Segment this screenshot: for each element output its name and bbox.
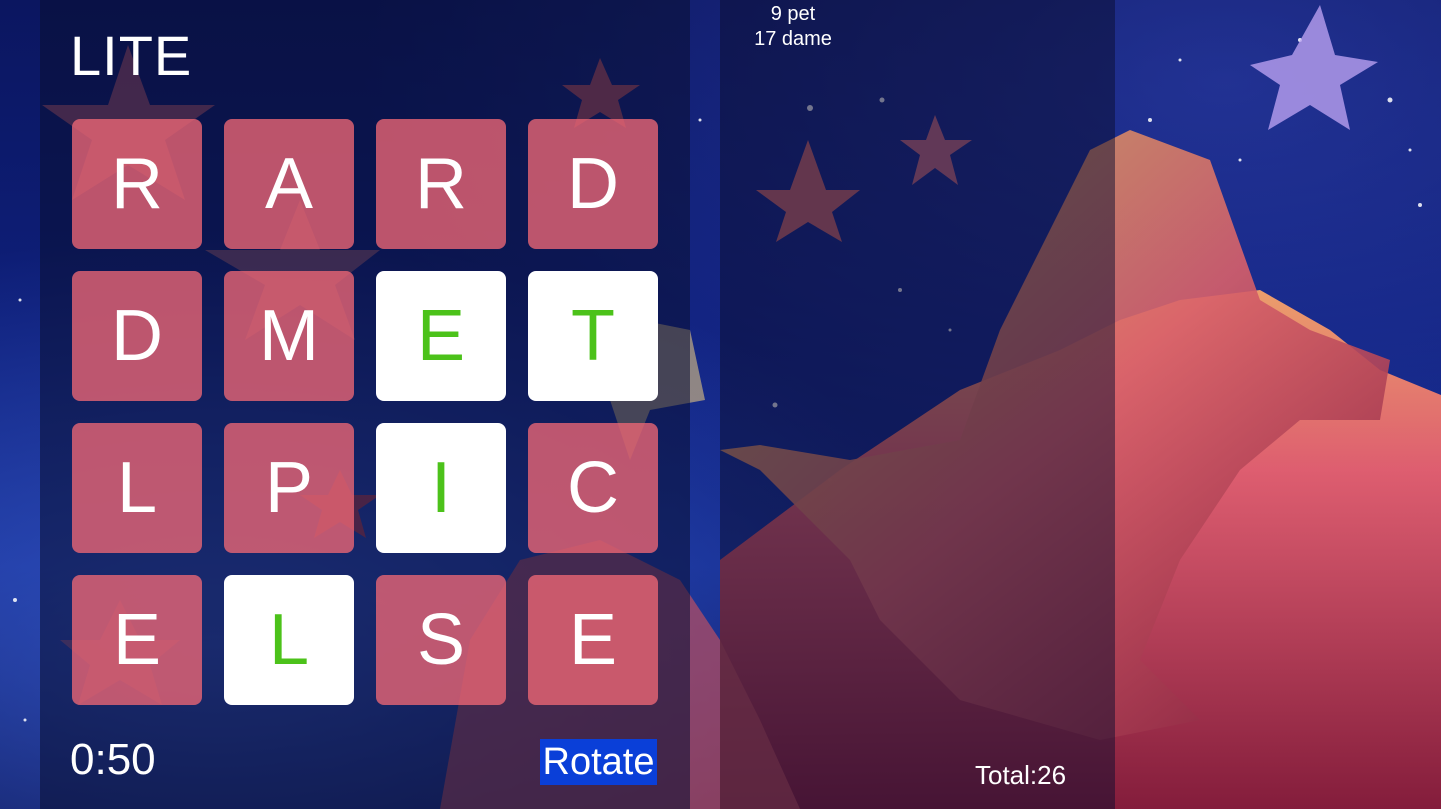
letter-tile[interactable]: I — [376, 423, 506, 553]
letter-tile[interactable]: E — [376, 271, 506, 401]
letter-tile[interactable]: D — [72, 271, 202, 401]
letter-tile[interactable]: C — [528, 423, 658, 553]
letter-tile[interactable]: P — [224, 423, 354, 553]
letter-tile[interactable]: M — [224, 271, 354, 401]
letter-tile[interactable]: S — [376, 575, 506, 705]
letter-tile[interactable]: L — [72, 423, 202, 553]
words-panel — [720, 0, 1115, 809]
total-score: Total:26 — [975, 760, 1067, 790]
letter-tile[interactable]: L — [224, 575, 354, 705]
letter-tile[interactable]: T — [528, 271, 658, 401]
letter-grid: RARDDMETLPICELSE — [72, 119, 658, 705]
timer: 0:50 — [70, 735, 156, 784]
found-word: 17 dame — [754, 28, 832, 50]
letter-tile[interactable]: E — [528, 575, 658, 705]
letter-tile[interactable]: E — [72, 575, 202, 705]
letter-tile[interactable]: A — [224, 119, 354, 249]
letter-tile[interactable]: R — [72, 119, 202, 249]
found-words-list: 9 pet 17 dame — [738, 2, 848, 52]
letter-tile[interactable]: D — [528, 119, 658, 249]
mode-title: LITE — [70, 24, 193, 87]
letter-tile[interactable]: R — [376, 119, 506, 249]
found-word: 9 pet — [770, 3, 816, 25]
rotate-button[interactable]: Rotate — [540, 739, 657, 785]
